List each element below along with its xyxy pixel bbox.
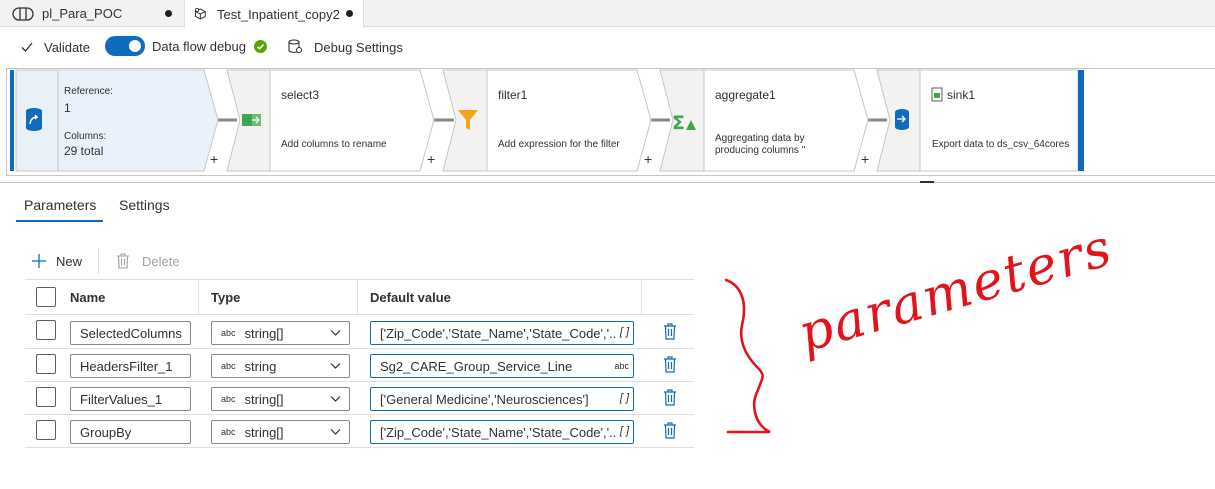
node-name: sink1	[947, 88, 976, 102]
default-value-input[interactable]: ['Zip_Code','State_Name','State_Code','.…	[370, 321, 634, 345]
default-value-text: ['Zip_Code','State_Name','State_Code','.…	[380, 325, 620, 341]
plus-icon	[32, 254, 46, 268]
grid-border	[25, 279, 694, 280]
grid-border	[25, 414, 694, 415]
parameter-type-select[interactable]: abc string[]	[211, 387, 350, 411]
default-value-input[interactable]: ['General Medicine','Neurosciences'] [ ]	[370, 387, 634, 411]
trash-icon	[117, 253, 129, 269]
array-type-icon: [ ]	[616, 326, 629, 338]
grid-border	[25, 314, 694, 315]
array-type-icon: [ ]	[616, 425, 629, 437]
grid-border	[25, 348, 694, 349]
active-tab-indicator	[16, 220, 103, 222]
reference-label: Reference:	[64, 86, 113, 97]
app-root: pl_Para_POC Test_Inpatient_copy2 Validat…	[0, 0, 1215, 489]
chevron-down-icon	[330, 330, 341, 336]
add-transform-button[interactable]: +	[861, 151, 869, 167]
type-prefix: abc	[221, 328, 236, 338]
parameter-type-select[interactable]: abc string	[211, 354, 350, 378]
string-type-icon: abc	[614, 361, 629, 371]
delete-label: Delete	[142, 253, 180, 269]
filter1-node[interactable]	[442, 69, 652, 172]
csv-file-icon	[931, 87, 943, 102]
add-transform-button[interactable]: +	[427, 151, 435, 167]
parameter-name-input[interactable]: SelectedColumns	[70, 321, 191, 345]
columns-value: 29 total	[64, 144, 104, 158]
handwritten-parameters: parameters	[792, 218, 1119, 365]
node-description: Add expression for the filter	[498, 139, 620, 150]
grid-border	[25, 447, 694, 448]
grid-border	[25, 381, 694, 382]
grid-border	[198, 280, 199, 314]
column-header-type: Type	[211, 290, 241, 305]
type-prefix: abc	[221, 394, 236, 404]
parameter-type-select[interactable]: abc string[]	[211, 321, 350, 345]
parameter-name-input[interactable]: FilterValues_1	[70, 387, 191, 411]
new-label: New	[56, 253, 83, 269]
node-description: Export data to ds_csv_64cores	[932, 139, 1070, 150]
parameter-name-input[interactable]: HeadersFilter_1	[70, 354, 191, 378]
new-parameter-button[interactable]: New	[31, 252, 82, 270]
row-checkbox[interactable]	[36, 420, 56, 440]
reference-value: 1	[64, 101, 71, 115]
node-description: producing columns ''	[715, 145, 806, 156]
default-value-input[interactable]: Sg2_CARE_Group_Service_Line abc	[370, 354, 634, 378]
dataflow-graph: Σ	[10, 69, 1084, 172]
tab-parameters[interactable]: Parameters	[24, 197, 96, 213]
column-header-name: Name	[70, 290, 106, 305]
delete-row-icon[interactable]	[663, 323, 677, 340]
command-divider	[98, 248, 99, 274]
node-description: Aggregating data by	[715, 133, 805, 144]
parameter-type-select[interactable]: abc string[]	[211, 420, 350, 444]
default-value-input[interactable]: ['Zip_Code','State_Name','State_Code','.…	[370, 420, 634, 444]
default-value-text: Sg2_CARE_Group_Service_Line	[380, 358, 573, 374]
panel-resize-handle[interactable]	[920, 181, 934, 183]
chevron-down-icon	[330, 396, 341, 402]
row-checkbox[interactable]	[36, 387, 56, 407]
columns-label: Columns:	[64, 131, 107, 142]
panel-divider	[0, 182, 1215, 183]
grid-border	[357, 280, 358, 314]
default-value-text: ['Zip_Code','State_Name','State_Code','.…	[380, 424, 620, 440]
array-type-icon: [ ]	[616, 392, 629, 404]
node-name: select3	[281, 88, 320, 102]
select-icon	[242, 114, 261, 126]
type-prefix: abc	[221, 427, 236, 437]
source-icon	[26, 108, 42, 131]
delete-parameter-button[interactable]: Delete	[116, 252, 180, 270]
add-transform-button[interactable]: +	[210, 151, 218, 167]
node-name: aggregate1	[715, 88, 776, 102]
parameter-name-input[interactable]: GroupBy	[70, 420, 191, 444]
type-value: string	[244, 358, 277, 374]
grid-border	[641, 280, 642, 314]
select-all-checkbox[interactable]	[36, 287, 56, 307]
node-description: Add columns to rename	[281, 139, 387, 150]
type-value: string[]	[244, 424, 284, 440]
delete-row-icon[interactable]	[663, 389, 677, 406]
svg-text:Σ: Σ	[672, 112, 685, 134]
tab-settings[interactable]: Settings	[119, 197, 170, 213]
node-name: filter1	[498, 88, 528, 102]
column-header-default-value: Default value	[370, 290, 451, 305]
default-value-text: ['General Medicine','Neurosciences']	[380, 391, 589, 407]
row-checkbox[interactable]	[36, 354, 56, 374]
type-value: string[]	[244, 391, 284, 407]
handwritten-annotation: parameters	[724, 218, 1120, 434]
sink-icon	[895, 109, 909, 130]
type-value: string[]	[244, 325, 284, 341]
delete-row-icon[interactable]	[663, 422, 677, 439]
row-checkbox[interactable]	[36, 320, 56, 340]
type-prefix: abc	[221, 361, 236, 371]
add-transform-button[interactable]: +	[644, 151, 652, 167]
delete-row-icon[interactable]	[663, 356, 677, 373]
chevron-down-icon	[330, 429, 341, 435]
chevron-down-icon	[330, 363, 341, 369]
